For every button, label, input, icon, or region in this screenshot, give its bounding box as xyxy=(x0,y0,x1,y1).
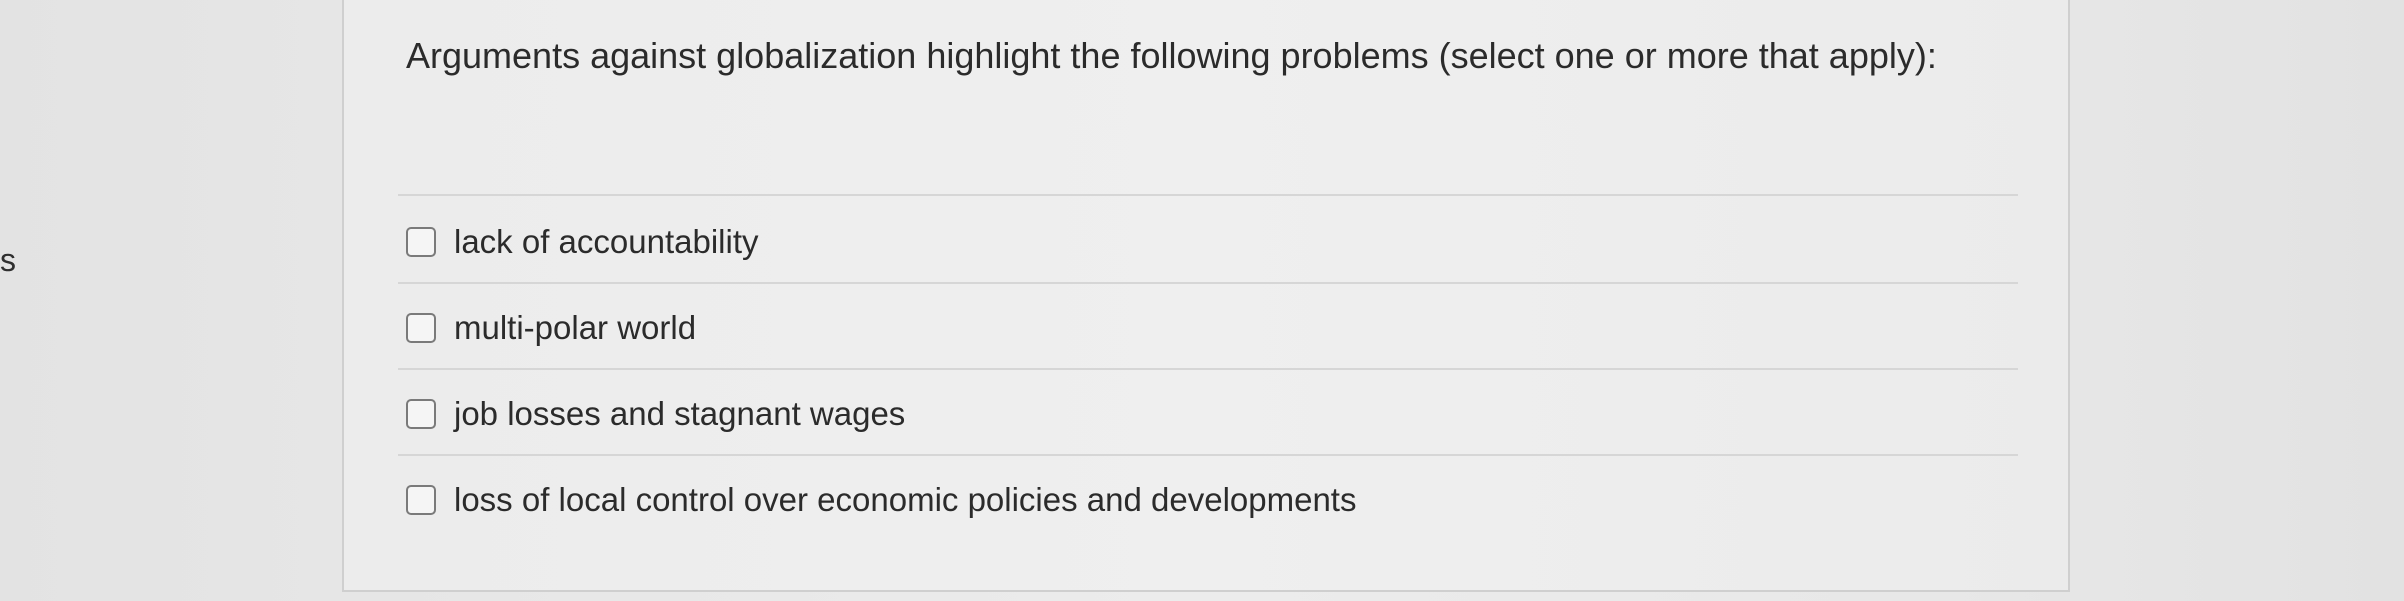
side-text-fragment: s xyxy=(0,242,16,278)
option-lack-of-accountability[interactable]: lack of accountability xyxy=(406,212,2006,272)
divider xyxy=(398,194,2018,196)
checkbox[interactable] xyxy=(406,227,436,257)
divider xyxy=(398,282,2018,284)
question-panel: Arguments against globalization highligh… xyxy=(342,0,2070,592)
checkbox[interactable] xyxy=(406,485,436,515)
option-label: job losses and stagnant wages xyxy=(454,395,906,432)
option-label: lack of accountability xyxy=(454,223,759,260)
option-label: loss of local control over economic poli… xyxy=(454,481,1357,518)
option-loss-of-local-control[interactable]: loss of local control over economic poli… xyxy=(406,470,2006,530)
question-prompt: Arguments against globalization highligh… xyxy=(406,35,1937,76)
divider xyxy=(398,454,2018,456)
checkbox[interactable] xyxy=(406,313,436,343)
option-multi-polar-world[interactable]: multi-polar world xyxy=(406,298,2006,358)
checkbox[interactable] xyxy=(406,399,436,429)
divider xyxy=(398,368,2018,370)
option-label: multi-polar world xyxy=(454,309,697,346)
option-job-losses[interactable]: job losses and stagnant wages xyxy=(406,384,2006,444)
